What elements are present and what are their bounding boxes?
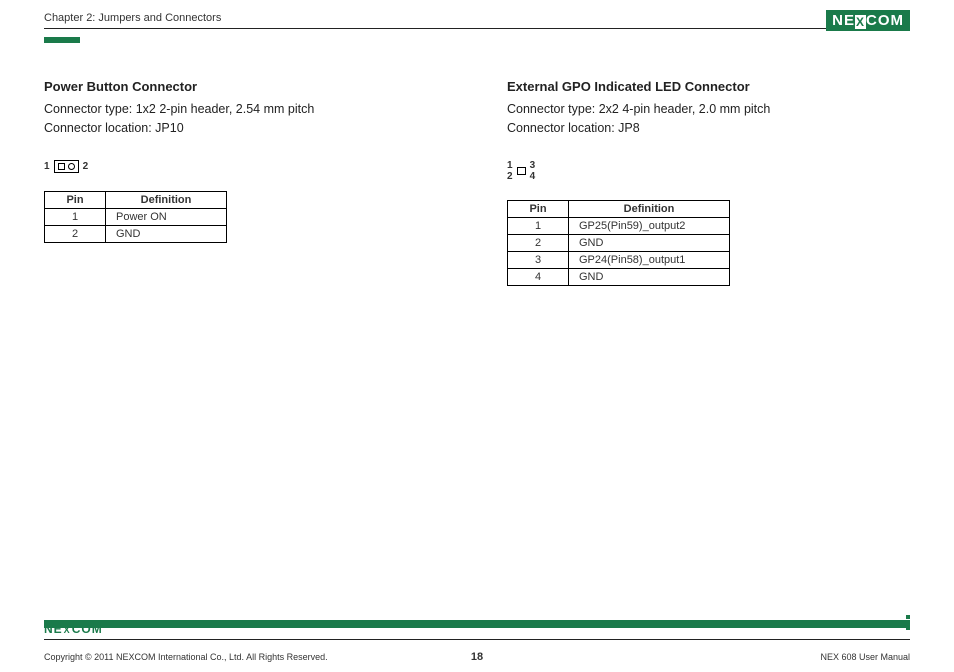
right-pin-table: Pin Definition 1 GP25(Pin59)_output2 2 G…	[507, 200, 730, 286]
left-pin-diagram: 1 2	[44, 160, 447, 173]
cell-pin: 2	[45, 225, 106, 242]
logo-footer: NEXCOM	[44, 620, 103, 638]
left-connector-type: Connector type: 1x2 2-pin header, 2.54 m…	[44, 100, 447, 119]
pin-label-4: 4	[530, 171, 536, 182]
pin-label-3: 3	[530, 160, 536, 171]
chapter-title: Chapter 2: Jumpers and Connectors	[44, 12, 910, 24]
right-connector-type: Connector type: 2x2 4-pin header, 2.0 mm…	[507, 100, 910, 119]
table-row: 2 GND	[45, 225, 227, 242]
table-row: 3 GP24(Pin58)_output1	[508, 251, 730, 268]
cell-def: GND	[106, 225, 227, 242]
pin-box-1x2	[54, 160, 79, 173]
pin2-circle-icon	[68, 163, 75, 170]
cell-def: GND	[569, 234, 730, 251]
right-column: External GPO Indicated LED Connector Con…	[507, 79, 910, 286]
logo-x-icon: X	[855, 15, 866, 29]
footer-bar	[44, 620, 910, 628]
left-connector-location: Connector location: JP10	[44, 119, 447, 138]
cell-pin: 4	[508, 268, 569, 285]
top-rule	[44, 28, 910, 29]
pin-label-2: 2	[507, 171, 513, 182]
table-row: 4 GND	[508, 268, 730, 285]
cell-pin: 2	[508, 234, 569, 251]
pin-labels-right: 3 4	[530, 160, 536, 182]
footer-logo-right: COM	[72, 622, 103, 636]
left-column: Power Button Connector Connector type: 1…	[44, 79, 447, 286]
footer-dots-icon	[906, 606, 910, 630]
pin-label-1: 1	[44, 161, 50, 172]
footer-copyright: Copyright © 2011 NEXCOM International Co…	[44, 652, 328, 662]
page-number: 18	[471, 651, 483, 663]
logo-header: NEXCOM	[826, 10, 910, 31]
footer-logo-x-icon: X	[63, 625, 72, 635]
footer-manual-name: NEX 608 User Manual	[820, 652, 910, 662]
left-section-title: Power Button Connector	[44, 79, 447, 94]
logo-text-left: NE	[832, 12, 855, 29]
green-tab-icon	[44, 37, 80, 43]
left-pin-table: Pin Definition 1 Power ON 2 GND	[44, 191, 227, 243]
cell-def: GP25(Pin59)_output2	[569, 217, 730, 234]
table-header-definition: Definition	[569, 200, 730, 217]
cell-def: Power ON	[106, 208, 227, 225]
cell-def: GND	[569, 268, 730, 285]
pin-label-1: 1	[507, 160, 513, 171]
footer-rule	[44, 639, 910, 640]
cell-pin: 1	[508, 217, 569, 234]
table-row: 1 Power ON	[45, 208, 227, 225]
pin-box-2x2	[517, 167, 526, 175]
pin1-square-icon	[58, 163, 65, 170]
right-connector-location: Connector location: JP8	[507, 119, 910, 138]
table-header-pin: Pin	[508, 200, 569, 217]
cell-pin: 3	[508, 251, 569, 268]
logo-text-right: COM	[866, 12, 904, 29]
footer-logo-left: NE	[44, 622, 63, 636]
table-header-pin: Pin	[45, 191, 106, 208]
pin-label-2: 2	[83, 161, 89, 172]
right-pin-diagram: 1 2 3 4	[507, 160, 910, 182]
table-header-definition: Definition	[106, 191, 227, 208]
table-row: 1 GP25(Pin59)_output2	[508, 217, 730, 234]
cell-def: GP24(Pin58)_output1	[569, 251, 730, 268]
pin-labels-left: 1 2	[507, 160, 513, 182]
right-section-title: External GPO Indicated LED Connector	[507, 79, 910, 94]
cell-pin: 1	[45, 208, 106, 225]
table-row: 2 GND	[508, 234, 730, 251]
